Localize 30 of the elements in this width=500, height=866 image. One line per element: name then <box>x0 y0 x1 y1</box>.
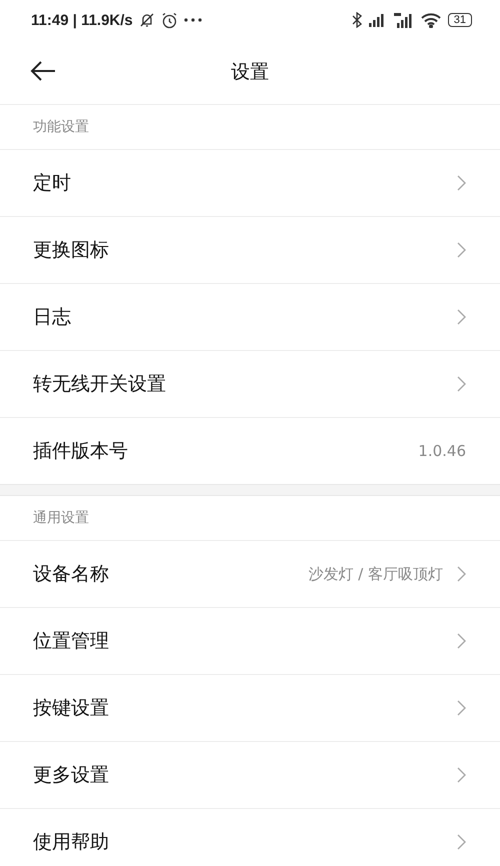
row-label: 定时 <box>33 171 72 196</box>
row-value: 1.0.46 <box>418 442 466 460</box>
bluetooth-icon <box>352 12 362 28</box>
wifi-icon <box>420 12 441 28</box>
row-label: 使用帮助 <box>33 830 110 855</box>
chevron-icon <box>457 566 466 582</box>
alarm-icon <box>160 12 178 28</box>
chevron-icon <box>457 767 466 783</box>
chevron-icon <box>457 376 466 392</box>
chevron-icon <box>457 834 466 850</box>
row-label: 更换图标 <box>33 238 110 263</box>
battery-level: 31 <box>448 13 472 27</box>
row-label: 更多设置 <box>33 763 110 788</box>
row-label: 按键设置 <box>33 696 110 721</box>
bell-off-icon <box>138 12 155 28</box>
status-time: 11:49 | 11.9K/s <box>31 12 133 28</box>
chevron-icon <box>457 309 466 325</box>
more-icon <box>184 18 202 22</box>
row-value: 沙发灯 / 客厅吸顶灯 <box>308 564 443 584</box>
hd-signal-icon <box>394 12 414 28</box>
row-label: 转无线开关设置 <box>33 372 167 397</box>
chevron-icon <box>457 700 466 716</box>
chevron-icon <box>457 633 466 649</box>
row-label: 插件版本号 <box>33 439 129 464</box>
chevron-icon <box>457 175 466 191</box>
row-label: 日志 <box>33 305 72 330</box>
row-label: 位置管理 <box>33 629 110 654</box>
row-label: 设备名称 <box>33 562 110 587</box>
chevron-icon <box>457 242 466 258</box>
page-title: 设置 <box>231 60 269 85</box>
